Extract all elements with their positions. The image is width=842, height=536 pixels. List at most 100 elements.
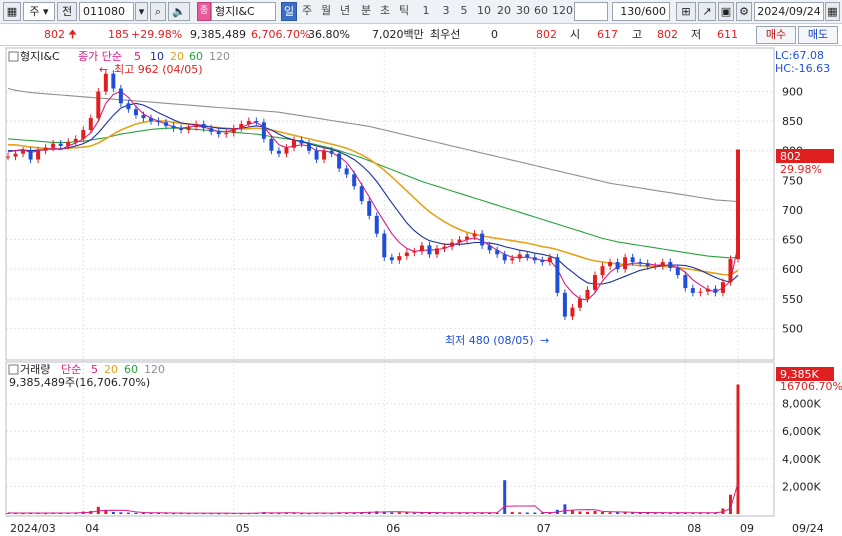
volume-bar xyxy=(134,512,138,514)
stock-tag-icon[interactable]: 종 xyxy=(197,2,211,21)
volume-bar xyxy=(525,512,529,514)
candle-body xyxy=(705,288,710,292)
candle-body xyxy=(164,122,169,126)
period-tick[interactable]: 틱 xyxy=(397,2,411,21)
candle-body xyxy=(51,143,56,148)
period-month[interactable]: 월 xyxy=(319,2,333,21)
candle-body xyxy=(216,131,221,135)
stock-name-field[interactable]: 형지I&C xyxy=(211,2,276,21)
price-tick-label: 900 xyxy=(782,85,803,98)
date-field[interactable]: 2024/09/24 xyxy=(754,2,824,21)
volume-bar xyxy=(616,512,620,514)
panel-menu-icon[interactable] xyxy=(8,51,19,62)
chart-menu-icon[interactable]: ▦ xyxy=(3,2,21,21)
candle-body xyxy=(284,147,289,154)
high-marker: 최고 962 (04/05) xyxy=(114,63,203,76)
candle-body xyxy=(194,124,199,127)
candle-body xyxy=(570,307,575,317)
vol-ma-5-label: 5 xyxy=(91,363,98,376)
count-value: 130/600 xyxy=(620,5,666,18)
code-input[interactable]: 011080 xyxy=(79,2,134,21)
market-select[interactable]: 주 ▾ xyxy=(23,2,55,21)
interval-20[interactable]: 20 xyxy=(496,2,512,21)
volume-bar xyxy=(533,512,537,514)
current-pct-text: 29.98% xyxy=(780,163,822,176)
calendar-icon[interactable]: ▦ xyxy=(825,2,840,21)
candle-body xyxy=(66,141,71,146)
volume-panel-menu-icon[interactable] xyxy=(8,364,19,375)
period-year[interactable]: 년 xyxy=(338,2,352,21)
volume-ma-line xyxy=(7,482,739,514)
search-icon[interactable]: ⌕ xyxy=(150,2,166,21)
open-price: 617 xyxy=(597,28,618,41)
candle-body xyxy=(713,288,718,293)
candle-body xyxy=(96,91,101,119)
volume-bar xyxy=(390,512,394,514)
volume-axis: 8,000K 6,000K 4,000K 2,000K xyxy=(782,398,821,494)
volume-tick-label: 6,000K xyxy=(782,425,821,438)
volume-bar xyxy=(608,512,612,514)
volume-bar xyxy=(397,512,401,514)
date-tick-label: 06 xyxy=(386,522,400,535)
interval-1[interactable]: 1 xyxy=(420,2,432,21)
turnover: 36.80% xyxy=(308,28,350,41)
buy-button[interactable]: 매수 xyxy=(756,26,796,44)
candle-body xyxy=(675,267,680,276)
candle-body xyxy=(585,289,590,299)
current-price-badge-text: 802 xyxy=(780,150,801,163)
price-panel-title: 형지I&C xyxy=(20,50,60,63)
grid-lines xyxy=(6,48,774,516)
price-tick-label: 550 xyxy=(782,293,803,306)
code-dropdown-icon[interactable]: ▾ xyxy=(135,2,148,21)
interval-input[interactable] xyxy=(574,2,608,21)
period-day[interactable]: 일 xyxy=(281,2,297,21)
volume-summary: 9,385,489주(16,706.70%) xyxy=(9,376,150,389)
gear-icon[interactable]: ⚙ xyxy=(736,2,752,21)
candle-body xyxy=(13,153,18,157)
stock-chart[interactable]: 900850800750700650600550500 8,000K6,000K… xyxy=(0,46,842,536)
save-icon[interactable]: ▣ xyxy=(718,2,734,21)
candle-body xyxy=(736,149,740,260)
interval-3[interactable]: 3 xyxy=(440,2,452,21)
volume-bar xyxy=(570,510,574,514)
candle-body xyxy=(450,242,455,247)
date-tick-label: 09/24 xyxy=(792,522,824,535)
interval-10[interactable]: 10 xyxy=(476,2,492,21)
candle-body xyxy=(156,121,161,123)
candle-body xyxy=(457,239,462,243)
candle-body xyxy=(209,128,214,132)
period-week[interactable]: 주 xyxy=(300,2,314,21)
candle-body xyxy=(28,150,33,160)
interval-120[interactable]: 120 xyxy=(552,2,573,21)
pref-value: 0 xyxy=(491,28,498,41)
candle-body xyxy=(630,257,635,263)
moving-average-lines xyxy=(7,87,739,301)
volume-tick-label: 4,000K xyxy=(782,453,821,466)
candle-body xyxy=(352,174,357,187)
period-minute[interactable]: 분 xyxy=(359,2,373,21)
prefix-button[interactable]: 전 xyxy=(57,2,77,21)
candle-body xyxy=(487,245,492,251)
candle-body xyxy=(660,262,665,267)
candle-body xyxy=(344,168,349,175)
candle-body xyxy=(186,127,191,130)
candle-body xyxy=(314,150,319,160)
sell-button[interactable]: 매도 xyxy=(798,26,838,44)
grid-icon[interactable]: ⊞ xyxy=(676,2,696,21)
interval-5[interactable]: 5 xyxy=(458,2,470,21)
candle-body xyxy=(239,124,244,129)
stock-name: 형지I&C xyxy=(215,5,255,18)
interval-60[interactable]: 60 xyxy=(533,2,549,21)
count-field[interactable]: 130/600 xyxy=(612,2,670,21)
candle-body xyxy=(337,153,342,169)
period-second[interactable]: 초 xyxy=(378,2,392,21)
candle-body xyxy=(472,233,477,237)
price-axis: 900850800750700650600550500 xyxy=(782,85,803,335)
candle-body xyxy=(608,262,613,267)
trend-icon[interactable]: ↗ xyxy=(698,2,716,21)
volume-bar xyxy=(141,512,145,514)
interval-30[interactable]: 30 xyxy=(515,2,531,21)
sound-icon[interactable]: 🔈 xyxy=(168,2,190,21)
candle-body xyxy=(329,150,334,154)
volume-bar xyxy=(585,511,589,514)
